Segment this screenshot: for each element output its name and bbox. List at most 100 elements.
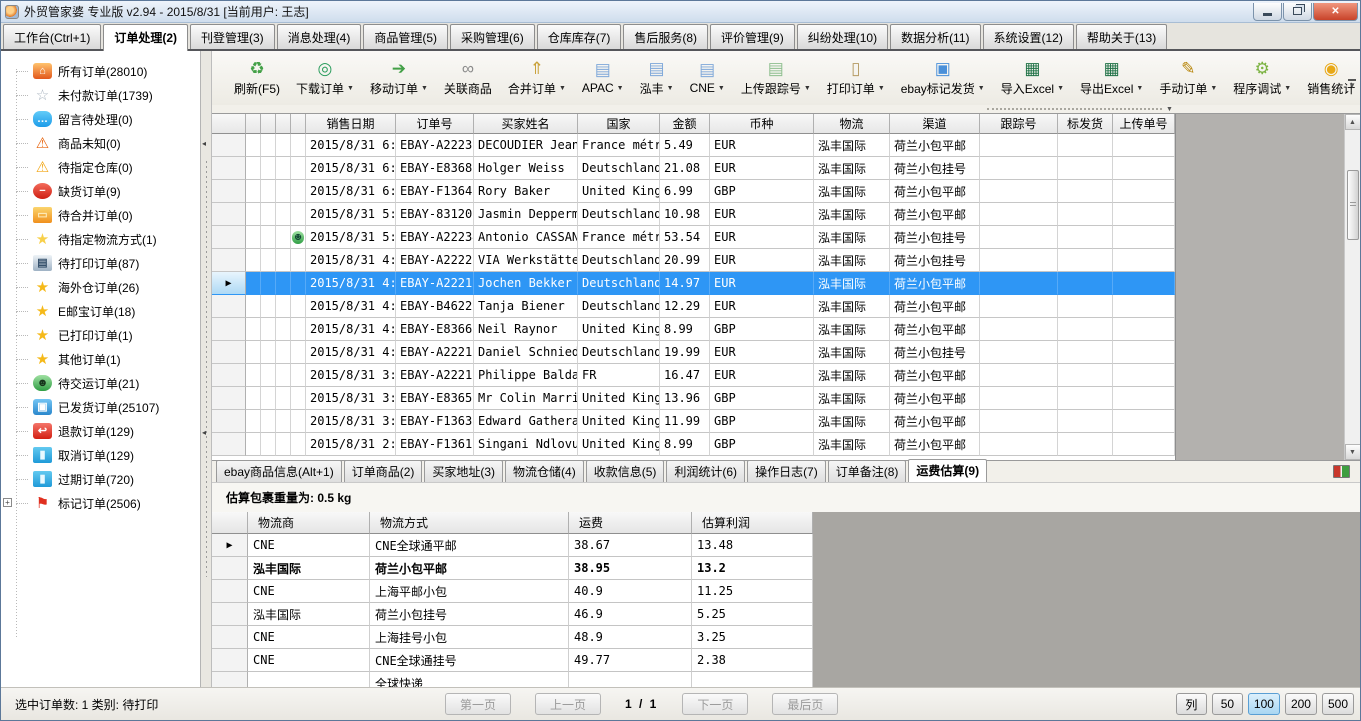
toolbar-button[interactable]: ➔ 移动订单▼ [362, 53, 436, 103]
dropdown-arrow-icon[interactable]: ▼ [1136, 85, 1143, 92]
row-header-cell[interactable]: ▶ [212, 272, 246, 295]
detail-tab[interactable]: 物流仓储(4) [505, 460, 584, 482]
col-header-upload-no[interactable]: 上传单号 [1113, 114, 1175, 134]
row-header-cell[interactable]: ▶ [212, 341, 246, 364]
estimate-row[interactable]: ▶ 泓丰国际 荷兰小包平邮 38.95 13.2 [212, 557, 812, 580]
table-row[interactable]: ▶ ☻ 2015/8/31 4:11 EBAY-E8366 Neil Rayno… [212, 318, 1175, 341]
detail-tab[interactable]: 订单备注(8) [828, 460, 907, 482]
dropdown-arrow-icon[interactable]: ▼ [617, 85, 624, 92]
row-header-cell[interactable]: ▶ [212, 203, 246, 226]
row-header-cell[interactable]: ▶ [212, 134, 246, 157]
table-row[interactable]: ▶ ☻ 2015/8/31 4:00 EBAY-A22218 Daniel Sc… [212, 341, 1175, 364]
page-size-button[interactable]: 100 [1248, 693, 1280, 715]
dropdown-arrow-icon[interactable]: ▼ [421, 85, 428, 92]
row-header-cell[interactable]: ▶ [212, 410, 246, 433]
table-row[interactable]: ▶ ☻ 2015/8/31 4:46 EBAY-A22219 Jochen Be… [212, 272, 1175, 295]
col-header-carrier[interactable]: 物流商 [248, 512, 370, 534]
dropdown-arrow-icon[interactable]: ▼ [878, 85, 885, 92]
estimate-row[interactable]: ▶ CNE 上海平邮小包 40.9 11.25 [212, 580, 812, 603]
row-header-cell[interactable]: ▶ [212, 295, 246, 318]
row-header-cell[interactable]: ▶ [212, 649, 248, 672]
sidebar-item[interactable]: + ★ E邮宝订单(18) [1, 299, 200, 323]
table-row[interactable]: ▶ ☻ 2015/8/31 4:53 EBAY-A22220 VIA Werks… [212, 249, 1175, 272]
row-header-cell[interactable]: ▶ [212, 387, 246, 410]
menu-tab[interactable]: 商品管理(5) [363, 24, 448, 49]
sidebar-item[interactable]: + ⚠ 待指定仓库(0) [1, 155, 200, 179]
sidebar-item[interactable]: + ★ 待指定物流方式(1) [1, 227, 200, 251]
col-header-sale-date[interactable]: 销售日期 [306, 114, 396, 134]
toolbar-button[interactable]: ▯ 打印订单▼ [819, 53, 893, 103]
scroll-down-icon[interactable]: ▼ [1345, 444, 1361, 460]
sidebar-item[interactable]: + ⚑ 标记订单(2506) [1, 491, 200, 515]
col-header-fee[interactable]: 运费 [569, 512, 692, 534]
menu-tab[interactable]: 帮助关于(13) [1076, 24, 1167, 49]
toolbar-button[interactable]: ▤ CNE▼ [682, 53, 733, 103]
estimate-row[interactable]: ▶ CNE CNE全球通平邮 38.67 13.48 [212, 534, 812, 557]
page-size-button[interactable]: 500 [1322, 693, 1354, 715]
prev-page-button[interactable]: 上一页 [535, 693, 601, 715]
row-header-cell[interactable]: ▶ [212, 672, 248, 687]
detail-tab[interactable]: 利润统计(6) [666, 460, 745, 482]
row-header-cell[interactable]: ▶ [212, 626, 248, 649]
detail-tab[interactable]: 收款信息(5) [586, 460, 665, 482]
toolbar-button[interactable]: ∞ 关联商品▼ [436, 53, 500, 103]
sidebar-item[interactable]: + ★ 已打印订单(1) [1, 323, 200, 347]
sidebar-item[interactable]: + − 缺货订单(9) [1, 179, 200, 203]
col-header-currency[interactable]: 币种 [710, 114, 814, 134]
last-page-button[interactable]: 最后页 [772, 693, 838, 715]
col-header-profit[interactable]: 估算利润 [692, 512, 813, 534]
toolbar-button[interactable]: ▤ APAC▼ [574, 53, 632, 103]
toolbar-button[interactable]: ◉ 销售统计▼ [1299, 53, 1361, 103]
dropdown-arrow-icon[interactable]: ▼ [1210, 85, 1217, 92]
table-row[interactable]: ▶ ☻ 2015/8/31 4:16 EBAY-B4622 Tanja Bien… [212, 295, 1175, 318]
detail-tab[interactable]: 买家地址(3) [424, 460, 503, 482]
row-header-cell[interactable]: ▶ [212, 249, 246, 272]
menu-tab[interactable]: 纠纷处理(10) [797, 24, 888, 49]
sidebar-item[interactable]: + ☆ 未付款订单(1739) [1, 83, 200, 107]
row-header-cell[interactable]: ▶ [212, 226, 246, 249]
columns-button[interactable]: 列 [1176, 693, 1207, 715]
menu-tab[interactable]: 刊登管理(3) [190, 24, 275, 49]
toolbar-strip-arrow-icon[interactable]: ▼ [1166, 106, 1173, 113]
page-size-button[interactable]: 50 [1212, 693, 1243, 715]
row-header-cell[interactable]: ▶ [212, 180, 246, 203]
col-header-channel[interactable]: 渠道 [890, 114, 980, 134]
sidebar-item[interactable]: + … 留言待处理(0) [1, 107, 200, 131]
menu-tab[interactable]: 订单处理(2) [103, 24, 188, 51]
tree-expander-icon[interactable]: + [3, 498, 12, 507]
estimate-row[interactable]: ▶ CNE 上海挂号小包 48.9 3.25 [212, 626, 812, 649]
vertical-scrollbar[interactable]: ▲ ▼ [1344, 114, 1360, 460]
table-row[interactable]: ▶ ☻ 2015/8/31 3:53 EBAY-A22217 Philippe … [212, 364, 1175, 387]
menu-tab[interactable]: 评价管理(9) [710, 24, 795, 49]
sidebar-splitter[interactable]: ◂ ◂ [201, 51, 212, 687]
toolbar-button[interactable]: ▦ 导入Excel▼ [993, 53, 1072, 103]
col-header-ship-flag[interactable]: 标发货 [1058, 114, 1113, 134]
col-header-logistics[interactable]: 物流 [814, 114, 890, 134]
menu-tab[interactable]: 工作台(Ctrl+1) [3, 24, 101, 49]
toolbar-button[interactable]: ▤ 泓丰▼ [632, 53, 682, 103]
row-header-cell[interactable]: ▶ [212, 580, 248, 603]
toolbar-button[interactable]: ◎ 下载订单▼ [288, 53, 362, 103]
first-page-button[interactable]: 第一页 [445, 693, 511, 715]
menu-tab[interactable]: 采购管理(6) [450, 24, 535, 49]
sidebar-item[interactable]: + ☻ 待交运订单(21) [1, 371, 200, 395]
sidebar-item[interactable]: + ▮ 过期订单(720) [1, 467, 200, 491]
table-row[interactable]: ▶ ☻ 2015/8/31 2:55 EBAY-F1361 Singani Nd… [212, 433, 1175, 456]
dropdown-arrow-icon[interactable]: ▼ [347, 85, 354, 92]
detail-tab[interactable]: ebay商品信息(Alt+1) [216, 460, 342, 482]
row-header-cell[interactable]: ▶ [212, 318, 246, 341]
page-size-button[interactable]: 200 [1285, 693, 1317, 715]
dropdown-arrow-icon[interactable]: ▼ [1057, 85, 1064, 92]
maximize-button[interactable] [1283, 3, 1312, 21]
table-row[interactable]: ▶ ☻ 2015/8/31 5:59 EBAY-83120... Jasmin … [212, 203, 1175, 226]
estimate-row[interactable]: ▶ 全球快递 [212, 672, 812, 687]
col-header-country[interactable]: 国家 [578, 114, 660, 134]
sidebar-item[interactable]: + ★ 其他订单(1) [1, 347, 200, 371]
sidebar-item[interactable]: + ▭ 待合并订单(0) [1, 203, 200, 227]
toolbar-button[interactable]: ⚙ 程序调试▼ [1225, 53, 1299, 103]
next-page-button[interactable]: 下一页 [682, 693, 748, 715]
row-header-cell[interactable]: ▶ [212, 603, 248, 626]
row-header-cell[interactable]: ▶ [212, 157, 246, 180]
table-row[interactable]: ▶ ☻ 2015/8/31 6:28 EBAY-E8368 Holger Wei… [212, 157, 1175, 180]
menu-tab[interactable]: 消息处理(4) [277, 24, 362, 49]
